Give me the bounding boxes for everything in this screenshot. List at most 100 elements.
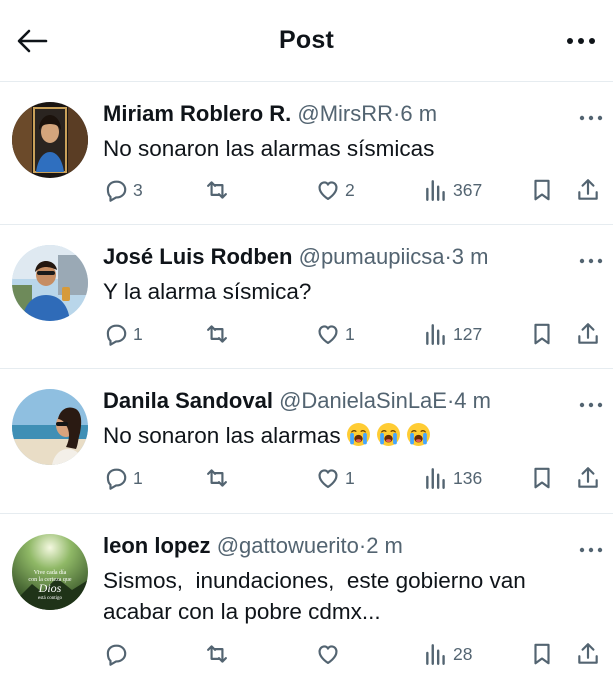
tweet-text-line: Sismos, inundaciones, este gobierno van <box>103 568 526 593</box>
more-icon[interactable] <box>577 254 605 268</box>
author-handle[interactable]: @MirsRR <box>297 101 393 126</box>
author-handle[interactable]: @gattowuerito <box>217 533 359 558</box>
author-name[interactable]: José Luis Rodben <box>103 244 292 269</box>
reply-button[interactable]: 1 <box>103 319 143 349</box>
tweet-time[interactable]: 2 m <box>366 533 403 558</box>
views-icon <box>423 641 449 667</box>
tweet-text-content: No sonaron las alarmas <box>103 423 341 448</box>
views-icon <box>423 465 449 491</box>
share-icon <box>575 465 601 491</box>
reply-button[interactable] <box>103 639 133 669</box>
author-handle[interactable]: @DanielaSinLaE <box>279 388 447 413</box>
author-name[interactable]: leon lopez <box>103 533 211 558</box>
views-icon <box>423 177 449 203</box>
views-count: 28 <box>453 643 473 664</box>
bookmark-icon <box>529 177 555 203</box>
views-count: 136 <box>453 467 483 488</box>
reply-tweet[interactable]: Miriam Roblero R. @MirsRR·6 m No sonaron… <box>0 82 613 225</box>
like-count: 2 <box>345 179 355 200</box>
like-button[interactable]: 1 <box>315 319 355 349</box>
retweet-icon <box>204 641 230 667</box>
bookmark-button[interactable] <box>529 175 555 205</box>
more-icon[interactable] <box>577 398 605 412</box>
like-count: 1 <box>345 323 355 344</box>
like-button[interactable]: 1 <box>315 463 355 493</box>
retweet-button[interactable] <box>204 639 230 669</box>
views-icon <box>423 321 449 347</box>
tweet-header: leon lopez @gattowuerito·2 m <box>103 533 573 559</box>
avatar[interactable]: Vive cada día con la certeza que Dios es… <box>12 534 88 610</box>
reply-tweet[interactable]: José Luis Rodben @pumaupiicsa·3 m Y la a… <box>0 225 613 369</box>
author-name[interactable]: Danila Sandoval <box>103 388 273 413</box>
avatar[interactable] <box>12 102 88 178</box>
bookmark-icon <box>529 641 555 667</box>
views-button[interactable]: 28 <box>423 639 472 669</box>
like-button[interactable]: 2 <box>315 175 355 205</box>
views-button[interactable]: 136 <box>423 463 482 493</box>
bookmark-button[interactable] <box>529 639 555 669</box>
retweet-button[interactable] <box>204 175 230 205</box>
tweet-text: Y la alarma sísmica? <box>103 279 312 304</box>
reply-count: 1 <box>133 323 143 344</box>
more-icon[interactable] <box>577 543 605 557</box>
reply-button[interactable]: 1 <box>103 463 143 493</box>
reply-icon <box>103 321 129 347</box>
top-bar: Post <box>0 0 613 82</box>
tweet-text-line: acabar con la pobre cdmx... <box>103 599 381 624</box>
more-icon[interactable] <box>577 111 605 125</box>
retweet-icon <box>204 321 230 347</box>
bookmark-button[interactable] <box>529 463 555 493</box>
share-button[interactable] <box>575 319 601 349</box>
reply-tweet[interactable]: Vive cada día con la certeza que Dios es… <box>0 514 613 689</box>
like-count: 1 <box>345 467 355 488</box>
reply-icon <box>103 465 129 491</box>
share-button[interactable] <box>575 639 601 669</box>
views-count: 367 <box>453 179 483 200</box>
tweet-time[interactable]: 6 m <box>400 101 437 126</box>
views-button[interactable]: 367 <box>423 175 482 205</box>
retweet-button[interactable] <box>204 463 230 493</box>
retweet-icon <box>204 465 230 491</box>
like-button[interactable] <box>315 639 345 669</box>
share-icon <box>575 177 601 203</box>
tweet-header: Danila Sandoval @DanielaSinLaE·4 m <box>103 388 573 414</box>
tweet-time[interactable]: 3 m <box>452 244 489 269</box>
reply-icon <box>103 641 129 667</box>
bookmark-icon <box>529 321 555 347</box>
loudly-crying-face-emoji <box>376 422 401 447</box>
author-name[interactable]: Miriam Roblero R. <box>103 101 291 126</box>
action-bar: 3 2 367 <box>103 175 603 205</box>
retweet-button[interactable] <box>204 319 230 349</box>
page-title: Post <box>279 26 334 54</box>
share-icon <box>575 641 601 667</box>
share-icon <box>575 321 601 347</box>
views-count: 127 <box>453 323 483 344</box>
reply-icon <box>103 177 129 203</box>
tweet-time[interactable]: 4 m <box>454 388 491 413</box>
share-button[interactable] <box>575 463 601 493</box>
views-button[interactable]: 127 <box>423 319 482 349</box>
action-bar: 28 <box>103 639 603 669</box>
avatar-text-line3: Dios <box>38 581 62 595</box>
like-icon <box>315 321 341 347</box>
avatar-text-line1: Vive cada día <box>34 570 67 576</box>
share-button[interactable] <box>575 175 601 205</box>
more-options-icon[interactable] <box>563 24 599 58</box>
tweet-text: Sismos, inundaciones, este gobierno van … <box>103 565 599 627</box>
avatar[interactable] <box>12 245 88 321</box>
tweet-text: No sonaron las alarmas sísmicas <box>103 136 435 161</box>
reply-count: 1 <box>133 467 143 488</box>
like-icon <box>315 465 341 491</box>
reply-count: 3 <box>133 179 143 200</box>
author-handle[interactable]: @pumaupiicsa <box>299 244 445 269</box>
reply-button[interactable]: 3 <box>103 175 143 205</box>
bookmark-button[interactable] <box>529 319 555 349</box>
reply-tweet[interactable]: Danila Sandoval @DanielaSinLaE·4 m No so… <box>0 369 613 514</box>
separator-dot: · <box>444 244 452 269</box>
bookmark-icon <box>529 465 555 491</box>
action-bar: 1 1 127 <box>103 319 603 349</box>
like-icon <box>315 641 341 667</box>
tweet-header: José Luis Rodben @pumaupiicsa·3 m <box>103 244 573 270</box>
avatar[interactable] <box>12 389 88 465</box>
action-bar: 1 1 136 <box>103 463 603 493</box>
